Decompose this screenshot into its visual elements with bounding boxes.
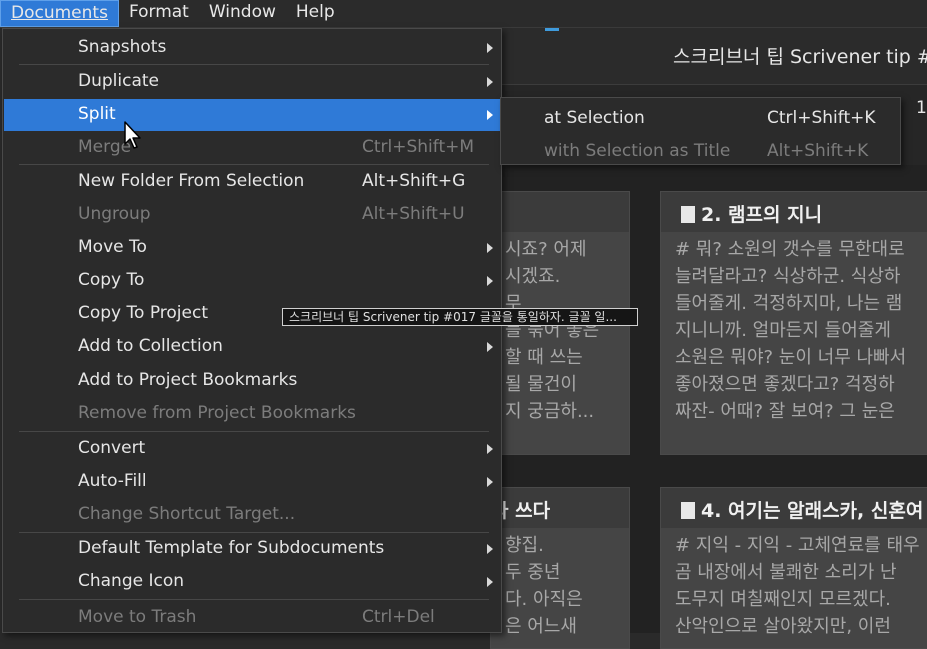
menu-format[interactable]: Format	[119, 0, 199, 27]
menu-separator	[19, 164, 489, 165]
menu-item-label: Copy To	[78, 270, 145, 290]
index-card-title: 2. 램프의 지니	[681, 200, 822, 227]
menu-item-label: Remove from Project Bookmarks	[78, 403, 356, 423]
menu-window-label: Window	[208, 2, 276, 22]
submenu-item-shortcut: Ctrl+Shift+K	[767, 108, 876, 128]
menu-item-shortcut: Alt+Shift+G	[362, 171, 466, 191]
menu-item-label: Auto-Fill	[78, 471, 147, 491]
submenu-arrow-icon	[487, 110, 493, 120]
menu-item-duplicate[interactable]: Duplicate	[4, 66, 500, 98]
index-card-synopsis: 시죠? 어제 시겠죠. 무 를 묶어 놓은 할 때 쓰는 될 물건이 지 궁금하…	[491, 232, 629, 454]
menu-item-snapshots[interactable]: Snapshots	[4, 32, 500, 64]
mouse-cursor-icon	[124, 121, 141, 149]
tooltip: 스크리브너 팁 Scrivener tip #017 글꼴을 통일하자. 글꼴 …	[282, 308, 638, 326]
menu-separator	[19, 64, 489, 65]
index-card-title-text: 4. 여기는 알래스카, 신혼여	[701, 500, 924, 522]
menu-item-change-icon[interactable]: Change Icon	[4, 566, 500, 598]
submenu-arrow-icon	[487, 577, 493, 587]
menu-item-label: Change Shortcut Target...	[78, 504, 296, 524]
menu-separator	[19, 599, 489, 600]
submenu-arrow-icon	[487, 544, 493, 554]
index-card[interactable]: 4. 여기는 알래스카, 신혼여 # 지익 - 지익 - 고체연료를 태우 곰 …	[660, 487, 927, 649]
menu-item-label: Move To	[78, 237, 147, 257]
menu-item-label: Snapshots	[78, 37, 167, 57]
menu-item-remove-from-project-bookmarks[interactable]: Remove from Project Bookmarks	[4, 398, 500, 430]
submenu-arrow-icon	[487, 342, 493, 352]
menu-item-auto-fill[interactable]: Auto-Fill	[4, 466, 500, 498]
menu-item-copy-to[interactable]: Copy To	[4, 265, 500, 297]
menu-item-label: Add to Collection	[78, 336, 223, 356]
header-tab-indicator	[545, 28, 559, 31]
menu-separator	[19, 431, 489, 432]
submenu-item-label: at Selection	[544, 108, 645, 128]
menu-item-label: Ungroup	[78, 204, 151, 224]
ruler-number: 1	[916, 98, 927, 118]
document-icon	[681, 502, 695, 519]
menu-item-merge[interactable]: Merge Ctrl+Shift+M	[4, 132, 500, 164]
menu-item-new-folder-from-selection[interactable]: New Folder From Selection Alt+Shift+G	[4, 166, 500, 198]
menu-item-move-to[interactable]: Move To	[4, 232, 500, 264]
menu-item-label: Move to Trash	[78, 607, 197, 627]
index-card-title-text: 2. 램프의 지니	[701, 204, 823, 226]
menu-documents[interactable]: Documents	[0, 0, 119, 27]
menu-window[interactable]: Window	[199, 0, 286, 27]
menu-help[interactable]: Help	[286, 0, 345, 27]
menu-item-label: Convert	[78, 438, 146, 458]
menu-item-label: Copy To Project	[78, 303, 208, 323]
index-card-title: 4. 여기는 알래스카, 신혼여	[681, 496, 923, 523]
submenu-item-shortcut: Alt+Shift+K	[767, 141, 869, 161]
index-card[interactable]: 라 쓰다 향집. 두 중년 다. 아직은 은 어느새	[490, 487, 630, 649]
submenu-arrow-icon	[487, 77, 493, 87]
menu-item-label: Add to Project Bookmarks	[78, 370, 298, 390]
submenu-item-label: with Selection as Title	[544, 141, 731, 161]
menu-documents-label: Documents	[11, 3, 108, 23]
menu-help-label: Help	[295, 2, 335, 22]
menu-item-add-to-collection[interactable]: Add to Collection	[4, 331, 500, 363]
menu-item-change-shortcut-target[interactable]: Change Shortcut Target...	[4, 499, 500, 531]
menu-format-label: Format	[128, 2, 189, 22]
corkboard: 시죠? 어제 시겠죠. 무 를 묶어 놓은 할 때 쓰는 될 물건이 지 궁금하…	[490, 165, 927, 649]
menu-item-shortcut: Alt+Shift+U	[362, 204, 465, 224]
split-submenu: at Selection Ctrl+Shift+K with Selection…	[500, 97, 901, 165]
menu-item-label: Change Icon	[78, 571, 185, 591]
submenu-arrow-icon	[487, 43, 493, 53]
menu-item-label: Split	[78, 104, 116, 124]
menu-item-split[interactable]: Split	[4, 99, 500, 131]
submenu-arrow-icon	[487, 477, 493, 487]
submenu-item-split-at-selection[interactable]: at Selection Ctrl+Shift+K	[501, 100, 900, 132]
menu-item-label: Duplicate	[78, 71, 159, 91]
menu-bar: Documents Format Window Help	[0, 0, 927, 28]
editor-header: 스크리브너 팁 Scrivener tip #0	[500, 28, 927, 85]
menu-item-move-to-trash[interactable]: Move to Trash Ctrl+Del	[4, 602, 500, 634]
menu-item-default-template-for-subdocuments[interactable]: Default Template for Subdocuments	[4, 533, 500, 565]
submenu-item-split-with-selection-as-title[interactable]: with Selection as Title Alt+Shift+K	[501, 133, 900, 165]
submenu-arrow-icon	[487, 243, 493, 253]
menu-item-label: New Folder From Selection	[78, 171, 305, 191]
document-icon	[681, 206, 695, 223]
index-card-synopsis: # 지익 - 지익 - 고체연료를 태우 곰 내장에서 불쾌한 소리가 난 도무…	[661, 528, 927, 648]
index-card-synopsis: 향집. 두 중년 다. 아직은 은 어느새	[491, 528, 629, 648]
submenu-arrow-icon	[487, 276, 493, 286]
menu-item-ungroup[interactable]: Ungroup Alt+Shift+U	[4, 199, 500, 231]
menu-item-add-to-project-bookmarks[interactable]: Add to Project Bookmarks	[4, 365, 500, 397]
index-card[interactable]: 2. 램프의 지니 # 뭐? 소원의 갯수를 무한대로 늘려달라고? 식상하군.…	[660, 191, 927, 455]
menu-item-convert[interactable]: Convert	[4, 433, 500, 465]
editor-title: 스크리브너 팁 Scrivener tip #0	[673, 46, 927, 68]
menu-item-shortcut: Ctrl+Shift+M	[362, 137, 475, 157]
documents-menu: Snapshots Duplicate Split Merge Ctrl+Shi…	[2, 28, 502, 633]
menu-item-shortcut: Ctrl+Del	[362, 607, 435, 627]
index-card-synopsis: # 뭐? 소원의 갯수를 무한대로 늘려달라고? 식상하군. 식상하 들어줄게.…	[661, 232, 927, 454]
submenu-arrow-icon	[487, 444, 493, 454]
menu-item-label: Default Template for Subdocuments	[78, 538, 385, 558]
